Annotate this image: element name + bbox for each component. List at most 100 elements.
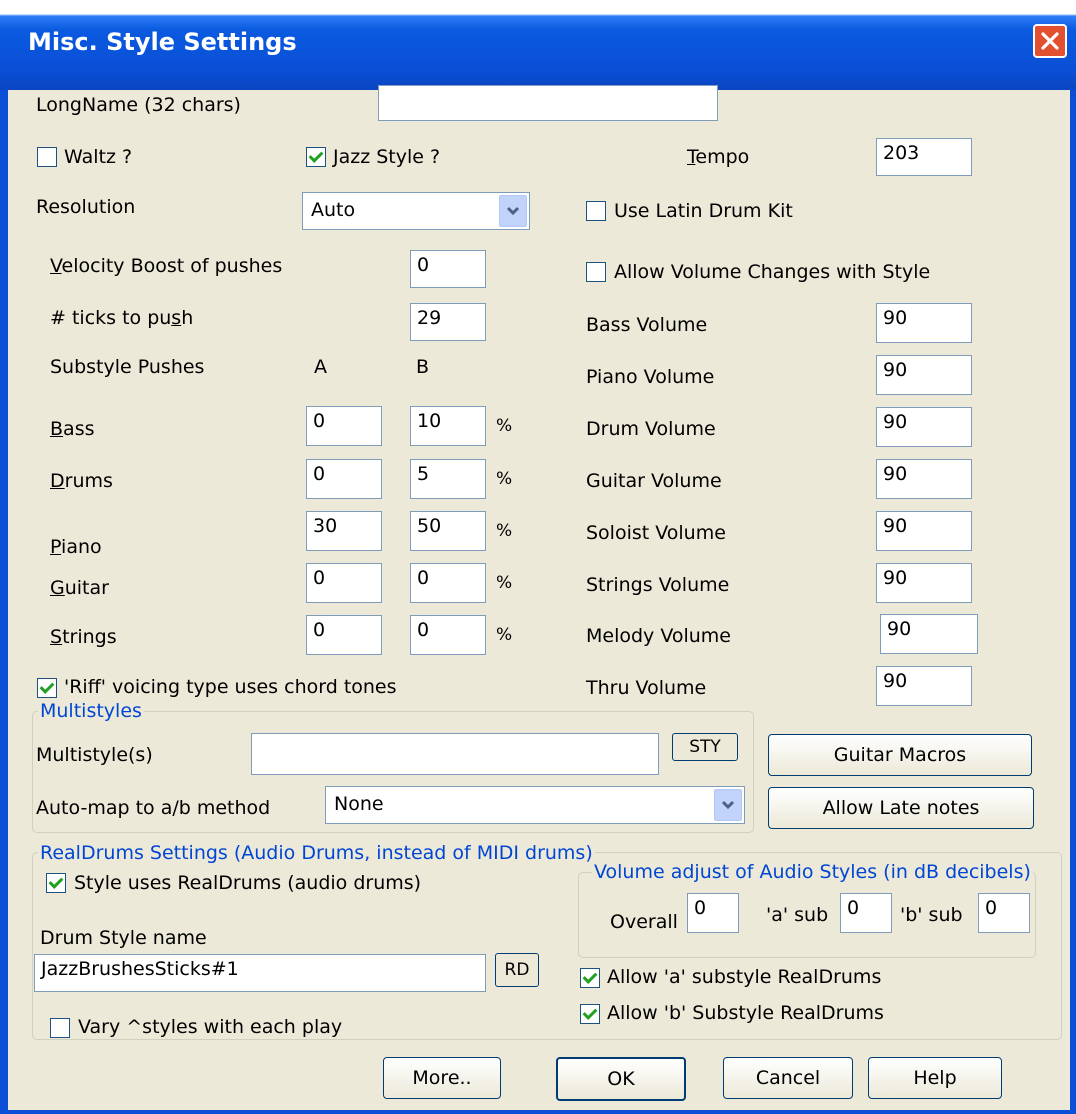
resolution-dropdown-button[interactable]: [499, 195, 527, 227]
push-drums-b-input[interactable]: 5: [410, 459, 486, 499]
push-row-label-piano: Piano: [50, 536, 102, 558]
piano-volume-input[interactable]: 90: [876, 355, 972, 395]
allow-late-notes-button[interactable]: Allow Late notes: [768, 787, 1034, 829]
resolution-label: Resolution: [36, 196, 136, 218]
automap-value: None: [334, 793, 384, 815]
tempo-input[interactable]: 203: [876, 138, 972, 176]
allow-a-realdrums-checkbox[interactable]: [580, 968, 600, 988]
more-button[interactable]: More..: [383, 1057, 501, 1099]
push-strings-b-input[interactable]: 0: [410, 615, 486, 655]
push-guitar-unit: %: [496, 573, 513, 593]
soloist-volume-input[interactable]: 90: [876, 511, 972, 551]
push-piano-unit: %: [496, 521, 513, 541]
bass-volume-label: Bass Volume: [586, 314, 708, 336]
velocity-boost-label: Velocity Boost of pushes: [50, 255, 283, 277]
vary-styles-checkbox[interactable]: [50, 1018, 70, 1038]
allow-volume-checkbox[interactable]: [586, 262, 606, 282]
guitar-volume-label: Guitar Volume: [586, 470, 722, 492]
velocity-boost-input[interactable]: 0: [410, 250, 486, 288]
guitar-volume-input[interactable]: 90: [876, 459, 972, 499]
push-row-label-drums: Drums: [50, 470, 113, 492]
allow-volume-label: Allow Volume Changes with Style: [614, 261, 931, 283]
riff-voicing-label: 'Riff' voicing type uses chord tones: [64, 676, 397, 698]
push-bass-a-input[interactable]: 0: [306, 406, 382, 446]
multistyles-group-label: Multistyles: [38, 700, 144, 722]
guitar-macros-button[interactable]: Guitar Macros: [768, 734, 1032, 776]
strings-volume-label: Strings Volume: [586, 574, 730, 596]
push-drums-unit: %: [496, 469, 513, 489]
resolution-select[interactable]: Auto: [302, 192, 530, 230]
chevron-down-icon: [721, 800, 735, 810]
soloist-volume-label: Soloist Volume: [586, 522, 726, 544]
bass-volume-input[interactable]: 90: [876, 303, 972, 343]
thru-volume-input[interactable]: 90: [876, 666, 972, 706]
push-piano-a-input[interactable]: 30: [306, 511, 382, 551]
push-bass-b-input[interactable]: 10: [410, 406, 486, 446]
automap-select[interactable]: None: [325, 786, 745, 824]
waltz-checkbox[interactable]: [37, 147, 57, 167]
b-sub-input[interactable]: 0: [978, 893, 1030, 933]
longname-label: LongName (32 chars): [36, 94, 241, 116]
push-guitar-a-input[interactable]: 0: [306, 563, 382, 603]
waltz-label: Waltz ?: [64, 146, 133, 168]
push-row-label-bass: Bass: [50, 418, 95, 440]
riff-voicing-checkbox[interactable]: [37, 678, 57, 698]
multistyle-label: Multistyle(s): [36, 744, 153, 766]
chevron-down-icon: [506, 206, 520, 216]
ok-button[interactable]: OK: [556, 1057, 686, 1101]
a-sub-label: 'a' sub: [766, 904, 829, 926]
vary-styles-label: Vary ^styles with each play: [78, 1016, 343, 1038]
cancel-button[interactable]: Cancel: [723, 1057, 853, 1099]
drum-volume-input[interactable]: 90: [876, 407, 972, 447]
push-guitar-b-input[interactable]: 0: [410, 563, 486, 603]
uses-realdrums-checkbox[interactable]: [46, 873, 66, 893]
substyle-pushes-label: Substyle Pushes: [50, 356, 205, 378]
drum-style-input[interactable]: JazzBrushesSticks#1: [34, 954, 486, 992]
overall-input[interactable]: 0: [687, 893, 739, 933]
melody-volume-input[interactable]: 90: [880, 614, 978, 654]
strings-volume-input[interactable]: 90: [876, 563, 972, 603]
uses-realdrums-label: Style uses RealDrums (audio drums): [74, 872, 422, 894]
piano-volume-label: Piano Volume: [586, 366, 715, 388]
ticks-push-input[interactable]: 29: [410, 303, 486, 341]
rd-button[interactable]: RD: [495, 953, 539, 987]
close-button[interactable]: [1033, 24, 1067, 58]
b-sub-label: 'b' sub: [900, 904, 963, 926]
push-drums-a-input[interactable]: 0: [306, 459, 382, 499]
automap-label: Auto-map to a/b method: [36, 797, 271, 819]
push-bass-unit: %: [496, 416, 513, 436]
allow-a-realdrums-label: Allow 'a' substyle RealDrums: [607, 966, 882, 988]
column-a-label: A: [314, 356, 327, 378]
volume-adjust-group-label: Volume adjust of Audio Styles (in dB dec…: [592, 861, 1033, 883]
column-b-label: B: [416, 356, 430, 378]
push-strings-unit: %: [496, 625, 513, 645]
allow-b-realdrums-label: Allow 'b' Substyle RealDrums: [607, 1002, 884, 1024]
jazz-style-label: Jazz Style ?: [333, 146, 441, 168]
thru-volume-label: Thru Volume: [586, 677, 707, 699]
push-row-label-guitar: Guitar: [50, 577, 109, 599]
drum-style-label: Drum Style name: [40, 927, 207, 949]
sty-button[interactable]: STY: [672, 733, 738, 761]
automap-dropdown-button[interactable]: [714, 789, 742, 821]
push-row-label-strings: Strings: [50, 626, 117, 648]
allow-b-realdrums-checkbox[interactable]: [580, 1004, 600, 1024]
overall-label: Overall: [610, 911, 678, 933]
resolution-value: Auto: [311, 199, 356, 221]
ticks-push-label: # ticks to push: [50, 307, 194, 329]
help-button[interactable]: Help: [868, 1057, 1002, 1099]
title-bar[interactable]: Misc. Style Settings: [0, 0, 1076, 90]
longname-input[interactable]: [378, 85, 718, 121]
tempo-label: Tempo: [687, 146, 750, 168]
latin-drum-checkbox[interactable]: [586, 201, 606, 221]
close-icon: [1041, 32, 1059, 50]
window-title: Misc. Style Settings: [28, 28, 297, 56]
melody-volume-label: Melody Volume: [586, 625, 731, 647]
latin-drum-label: Use Latin Drum Kit: [614, 200, 793, 222]
realdrums-group-label: RealDrums Settings (Audio Drums, instead…: [38, 842, 595, 864]
push-strings-a-input[interactable]: 0: [306, 615, 382, 655]
a-sub-input[interactable]: 0: [840, 893, 892, 933]
push-piano-b-input[interactable]: 50: [410, 511, 486, 551]
drum-volume-label: Drum Volume: [586, 418, 716, 440]
multistyle-input[interactable]: [251, 733, 659, 775]
jazz-style-checkbox[interactable]: [306, 147, 326, 167]
